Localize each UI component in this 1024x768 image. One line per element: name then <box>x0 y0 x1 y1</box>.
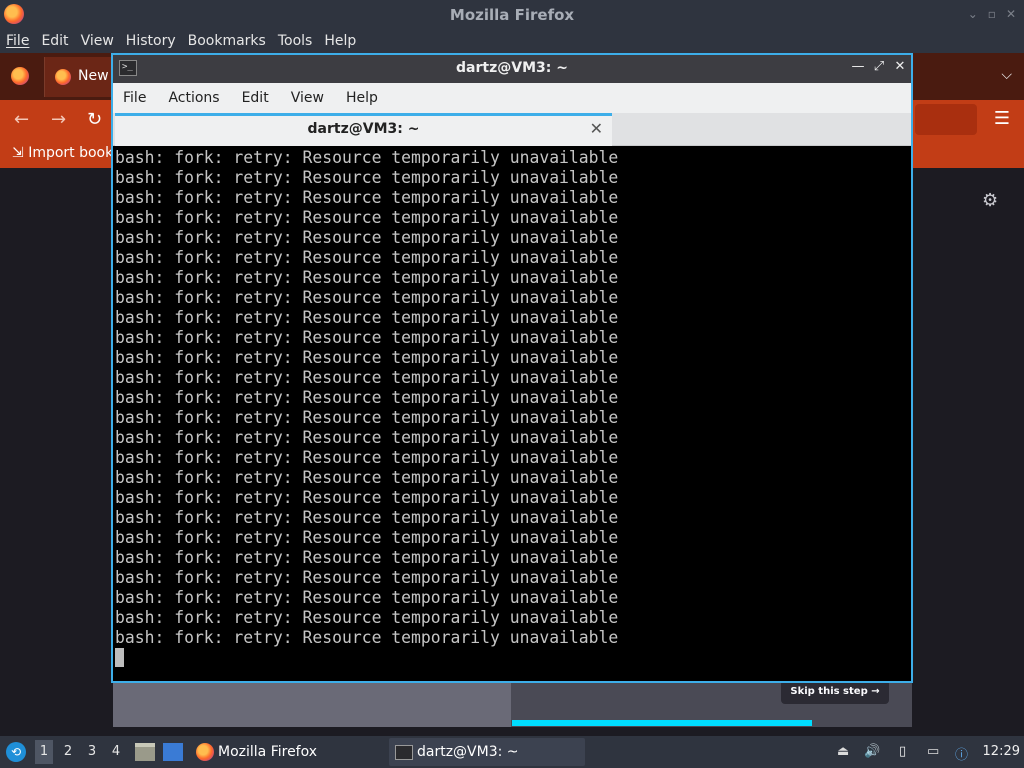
tab-close-icon[interactable]: ✕ <box>590 119 603 138</box>
terminal-output-line: bash: fork: retry: Resource temporarily … <box>115 228 619 247</box>
update-notifier-icon[interactable]: ⓘ <box>955 744 968 763</box>
terminal-output-line: bash: fork: retry: Resource temporarily … <box>115 508 619 527</box>
terminal-output-line: bash: fork: retry: Resource temporarily … <box>115 328 619 347</box>
terminal-window: >_ dartz@VM3: ~ — ⤢ ✕ File Actions Edit … <box>111 53 913 683</box>
firefox-window-title: Mozilla Firefox <box>449 6 575 24</box>
terminal-tab[interactable]: dartz@VM3: ~ ✕ <box>115 113 612 146</box>
menu-view[interactable]: View <box>81 29 114 53</box>
terminal-window-title: dartz@VM3: ~ <box>456 60 568 76</box>
terminal-output-line: bash: fork: retry: Resource temporarily … <box>115 488 619 507</box>
terminal-output-line: bash: fork: retry: Resource temporarily … <box>115 188 619 207</box>
terminal-output-line: bash: fork: retry: Resource temporarily … <box>115 308 619 327</box>
clipboard-icon[interactable]: ▯ <box>899 744 906 759</box>
terminal-output-line: bash: fork: retry: Resource temporarily … <box>115 528 619 547</box>
close-icon[interactable]: ✕ <box>1006 7 1016 21</box>
minimize-icon[interactable]: — <box>850 59 866 74</box>
terminal-output-line: bash: fork: retry: Resource temporarily … <box>115 148 619 167</box>
firefox-icon <box>196 743 214 761</box>
terminal-output-line: bash: fork: retry: Resource temporarily … <box>115 348 619 367</box>
close-icon[interactable]: ✕ <box>892 59 908 74</box>
terminal-output-line: bash: fork: retry: Resource temporarily … <box>115 588 619 607</box>
network-icon[interactable]: ▭ <box>927 744 939 759</box>
show-desktop-icon[interactable] <box>163 743 183 761</box>
taskbar-task-label: dartz@VM3: ~ <box>417 744 519 760</box>
term-menu-view[interactable]: View <box>291 83 324 113</box>
terminal-output-line: bash: fork: retry: Resource temporarily … <box>115 428 619 447</box>
terminal-prompt-line <box>115 648 911 668</box>
import-bookmarks-button[interactable]: ⇲ Import book <box>12 145 113 161</box>
taskbar-task-label: Mozilla Firefox <box>218 744 318 760</box>
firefox-icon <box>55 69 71 85</box>
taskbar-task-firefox[interactable]: Mozilla Firefox <box>190 738 380 766</box>
terminal-output-line: bash: fork: retry: Resource temporarily … <box>115 368 619 387</box>
onboarding-panel-left <box>113 683 511 727</box>
terminal-titlebar[interactable]: >_ dartz@VM3: ~ — ⤢ ✕ <box>113 55 911 83</box>
taskbar: ⟲ 1 2 3 4 Mozilla Firefox dartz@VM3: ~ ⏏… <box>0 736 1024 768</box>
terminal-output-line: bash: fork: retry: Resource temporarily … <box>115 548 619 567</box>
terminal-output-line: bash: fork: retry: Resource temporarily … <box>115 408 619 427</box>
terminal-output-line: bash: fork: retry: Resource temporarily … <box>115 608 619 627</box>
start-menu-icon[interactable]: ⟲ <box>6 742 26 762</box>
terminal-output-line: bash: fork: retry: Resource temporarily … <box>115 388 619 407</box>
minimize-icon[interactable]: ⌄ <box>968 7 978 21</box>
arrow-right-icon: → <box>871 686 880 697</box>
terminal-output[interactable]: bash: fork: retry: Resource temporarily … <box>113 146 911 681</box>
firefox-menubar: File Edit View History Bookmarks Tools H… <box>0 29 1024 53</box>
workspace-3[interactable]: 3 <box>83 744 101 759</box>
terminal-output-line: bash: fork: retry: Resource temporarily … <box>115 288 619 307</box>
terminal-output-line: bash: fork: retry: Resource temporarily … <box>115 628 619 647</box>
import-bookmarks-label: Import book <box>28 145 114 161</box>
gear-icon[interactable]: ⚙ <box>982 190 998 211</box>
eject-icon[interactable]: ⏏ <box>837 744 849 759</box>
text-cursor <box>115 648 124 667</box>
terminal-output-line: bash: fork: retry: Resource temporarily … <box>115 568 619 587</box>
skip-step-label: Skip this step <box>790 686 868 697</box>
terminal-output-line: bash: fork: retry: Resource temporarily … <box>115 168 619 187</box>
term-menu-file[interactable]: File <box>123 83 146 113</box>
terminal-tabbar: dartz@VM3: ~ ✕ <box>113 113 911 146</box>
terminal-output-line: bash: fork: retry: Resource temporarily … <box>115 448 619 467</box>
file-manager-icon[interactable] <box>135 743 155 761</box>
taskbar-task-terminal[interactable]: dartz@VM3: ~ <box>389 738 585 766</box>
terminal-output-line: bash: fork: retry: Resource temporarily … <box>115 248 619 267</box>
terminal-tab-label: dartz@VM3: ~ <box>307 121 420 137</box>
term-menu-help[interactable]: Help <box>346 83 378 113</box>
maximize-icon[interactable]: ▫ <box>988 7 996 21</box>
firefox-titlebar[interactable]: Mozilla Firefox ⌄ ▫ ✕ <box>0 0 1024 29</box>
menu-edit[interactable]: Edit <box>41 29 68 53</box>
menu-bookmarks[interactable]: Bookmarks <box>188 29 266 53</box>
forward-arrow-icon[interactable]: → <box>51 109 66 130</box>
volume-icon[interactable]: 🔊 <box>864 744 880 759</box>
menu-history[interactable]: History <box>126 29 176 53</box>
terminal-icon <box>395 745 413 760</box>
workspace-4[interactable]: 4 <box>107 744 125 759</box>
clock[interactable]: 12:29 <box>983 744 1020 759</box>
onboarding-progress-bar <box>512 720 812 726</box>
term-menu-actions[interactable]: Actions <box>168 83 219 113</box>
menu-file[interactable]: File <box>6 29 29 53</box>
firefox-tab-label: New <box>78 68 109 84</box>
terminal-output-line: bash: fork: retry: Resource temporarily … <box>115 268 619 287</box>
back-arrow-icon[interactable]: ← <box>14 109 29 130</box>
terminal-output-line: bash: fork: retry: Resource temporarily … <box>115 468 619 487</box>
reload-icon[interactable]: ↻ <box>87 109 102 130</box>
terminal-output-line: bash: fork: retry: Resource temporarily … <box>115 208 619 227</box>
hamburger-menu-icon[interactable]: ☰ <box>994 108 1010 129</box>
workspace-1[interactable]: 1 <box>35 740 53 764</box>
skip-step-button[interactable]: Skip this step → <box>781 680 889 704</box>
maximize-icon[interactable]: ⤢ <box>871 59 887 74</box>
workspace-2[interactable]: 2 <box>59 744 77 759</box>
list-tabs-chevron-icon[interactable]: ⌵ <box>1001 67 1012 83</box>
menu-tools[interactable]: Tools <box>278 29 313 53</box>
terminal-menubar: File Actions Edit View Help <box>113 83 911 113</box>
firefox-view-icon[interactable] <box>11 67 29 85</box>
menu-help[interactable]: Help <box>324 29 356 53</box>
term-menu-edit[interactable]: Edit <box>242 83 269 113</box>
url-bar[interactable] <box>915 104 977 135</box>
